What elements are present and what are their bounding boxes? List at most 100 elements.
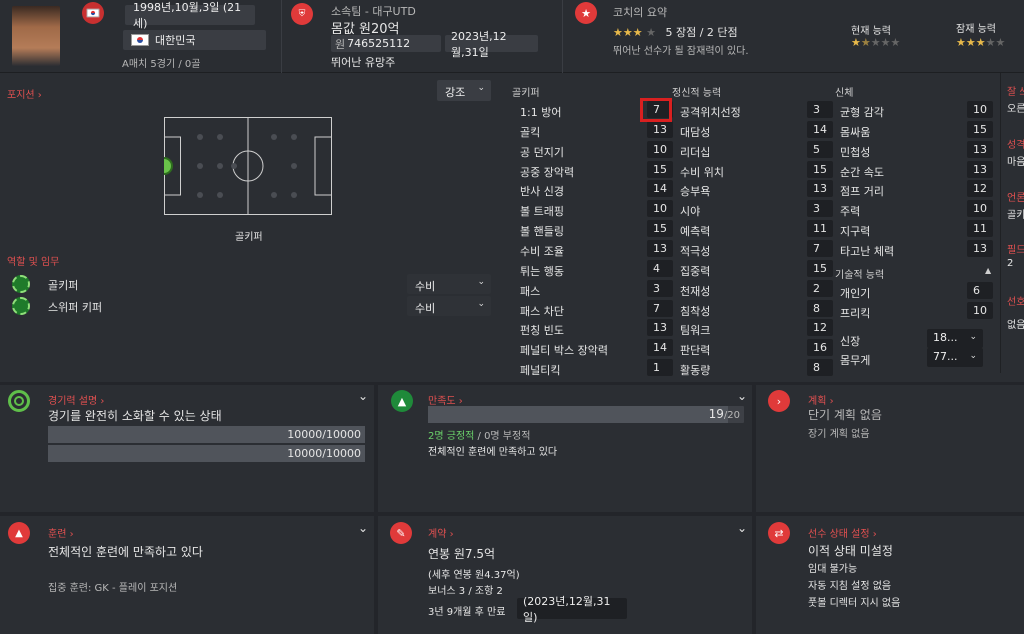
attribute-row[interactable]: 대담성 14 [680,120,835,140]
training-icon: ▲ [8,522,30,544]
training-title[interactable]: 훈련 › [48,525,74,540]
attribute-row[interactable]: 판단력 16 [680,339,835,358]
attribute-row[interactable]: 펀칭 빈도 13 [520,319,675,338]
attribute-name: 프리킥 [840,306,871,320]
attribute-row[interactable]: 공중 장악력 15 [520,160,675,180]
attribute-name: 공격위치선정 [680,106,741,119]
attribute-row[interactable]: 튀는 행동 4 [520,259,675,279]
role-name: 스위퍼 키퍼 [48,301,103,314]
nation-pill[interactable]: 대한민국 [123,30,266,50]
player-profile: 1998년,10월,3일 (21세) 대한민국 A매치 5경기 / 0골 ⛨ 소… [0,0,1024,634]
attribute-row[interactable]: 승부욕 13 [680,180,835,199]
attribute-value: 13 [967,160,993,178]
attribute-name: 대담성 [680,125,711,139]
chevron-down-icon[interactable]: ⌄ [358,389,368,403]
attribute-row[interactable]: 볼 핸들링 15 [520,220,675,239]
attribute-name: 적극성 [680,244,711,258]
fitness-title[interactable]: 경기력 설명 › [48,392,104,407]
attribute-value: 10 [967,101,993,118]
attribute-row[interactable]: 활동량 8 [680,359,835,378]
status-title[interactable]: 선수 상태 설정 › [808,525,877,540]
plan-title[interactable]: 계획 › [808,392,834,407]
attribute-row[interactable]: 시야 3 [680,200,835,219]
attribute-name: 패스 차단 [520,304,564,318]
satisfaction-title[interactable]: 만족도 › [428,392,463,407]
attribute-row[interactable]: 수비 위치 15 [680,160,835,180]
attribute-value: 12 [807,319,833,337]
chevron-down-icon: ⌄ [969,332,977,342]
attribute-name: 수비 조율 [520,244,564,258]
attribute-name: 시야 [680,205,701,219]
attribute-row[interactable]: 지구력 11 [840,220,995,239]
arrow-right-icon: › [768,390,790,412]
pen-icon: ✎ [390,522,412,544]
attribute-row[interactable]: 리더십 5 [680,140,835,160]
attribute-row[interactable]: 침착성 8 [680,299,835,319]
attribute-row[interactable]: 공격위치선정 3 [680,101,835,120]
pitch-diagram [164,117,332,215]
duty-dropdown[interactable]: 수비 ⌄ [407,274,491,294]
attribute-value: 13 [967,140,993,158]
player-avatar [12,6,60,66]
attribute-value: 16 [807,339,833,357]
contract-expiry: 3년 9개월 후 만료 [428,607,506,618]
attribute-row[interactable]: 개인기 6 [840,282,995,301]
attribute-row[interactable]: 페널티 박스 장악력 14 [520,339,675,358]
technical-header[interactable]: 기술적 능력 ▲ [835,266,991,281]
weight-dropdown[interactable]: 77... ⌄ [927,348,983,367]
star-icon: ★ [575,2,597,24]
role-row[interactable]: 골키퍼 수비 ⌄ [12,274,492,294]
attribute-value: 14 [647,180,673,198]
attribute-row[interactable]: 골킥 13 [520,120,675,140]
attribute-value: 13 [807,180,833,198]
dob-pill: 1998년,10월,3일 (21세) [125,1,255,30]
attribute-row[interactable]: 타고난 체력 13 [840,239,995,259]
attribute-row[interactable]: 반사 신경 14 [520,180,675,199]
satisfaction-icon: ▲ [391,390,413,412]
player-header: 1998년,10월,3일 (21세) 대한민국 A매치 5경기 / 0골 ⛨ 소… [0,0,1024,73]
chevron-down-icon[interactable]: ⌄ [737,389,747,403]
attribute-row[interactable]: 페널티킥 1 [520,359,675,378]
attribute-row[interactable]: 예측력 11 [680,220,835,239]
role-name: 골키퍼 [48,279,79,292]
current-ability-stars: ★★★★★ [851,36,901,49]
roles-title: 역할 및 임무 [7,257,60,268]
attribute-row[interactable]: 민첩성 13 [840,140,995,160]
attribute-row[interactable]: 천재성 2 [680,279,835,299]
attribute-row[interactable]: 주력 10 [840,200,995,219]
contract-date-text: (2023년,12월,31일) [523,594,611,624]
height-dropdown[interactable]: 18... ⌄ [927,329,983,348]
attribute-name: 개인기 [840,287,871,300]
attribute-row[interactable]: 공 던지기 10 [520,140,675,160]
attribute-value: 12 [967,180,993,198]
attribute-row[interactable]: 균형 감각 10 [840,101,995,120]
attribute-value: 13 [647,120,673,138]
attribute-row[interactable]: 집중력 15 [680,259,835,279]
role-row[interactable]: 스위퍼 키퍼 수비 ⌄ [12,296,492,316]
attribute-row[interactable]: 수비 조율 13 [520,239,675,259]
attribute-row[interactable]: 몸싸움 15 [840,120,995,140]
attribute-row[interactable]: 팀워크 12 [680,319,835,338]
attribute-row[interactable]: 점프 거리 12 [840,180,995,199]
attribute-name: 페널티킥 [520,364,561,378]
attribute-name: 균형 감각 [840,106,884,119]
attribute-value: 13 [647,319,673,337]
attribute-name: 예측력 [680,225,711,239]
attribute-row[interactable]: 순간 속도 13 [840,160,995,180]
attribute-row[interactable]: 볼 트래핑 10 [520,200,675,219]
position-title[interactable]: 포지션 › [7,86,42,101]
side-a: 잘 쓰 [1007,87,1024,98]
duty-dropdown[interactable]: 수비 ⌄ [407,296,491,316]
attribute-row[interactable]: 적극성 7 [680,239,835,259]
highlight-dropdown[interactable]: 강조 ⌄ [437,80,491,101]
attribute-name: 펀칭 빈도 [520,324,564,338]
attribute-row[interactable]: 패스 3 [520,279,675,299]
attribute-row[interactable]: 패스 차단 7 [520,299,675,319]
attribute-row[interactable]: 프리킥 10 [840,301,995,321]
chevron-down-icon[interactable]: ⌄ [737,521,747,535]
contract-title[interactable]: 계약 › [428,525,454,540]
fitness-bar-1-label: 10000/10000 [287,428,361,441]
coach-note: 뛰어난 선수가 될 잠재력이 있다. [613,46,749,57]
chevron-down-icon[interactable]: ⌄ [358,521,368,535]
side-e: 선호 [1007,297,1024,308]
